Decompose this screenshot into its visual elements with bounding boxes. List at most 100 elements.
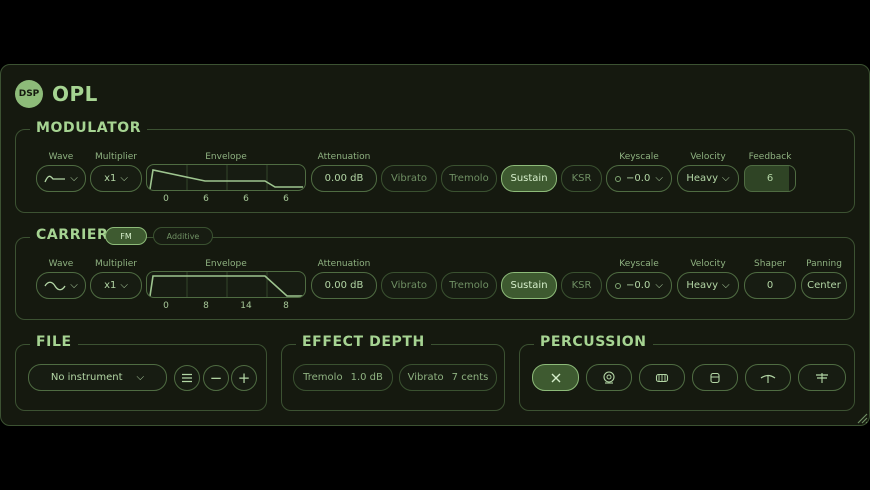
instrument-value: No instrument	[50, 372, 123, 383]
mod-sustain-value: 6	[243, 194, 249, 204]
car-decay-value: 8	[203, 301, 209, 311]
tom-icon	[710, 372, 720, 383]
instrument-select[interactable]: No instrument ⌵	[28, 364, 167, 391]
tremolo-depth-value: 1.0 dB	[350, 372, 383, 383]
car-ksr-toggle[interactable]: KSR	[561, 272, 602, 299]
hi-hat-icon	[816, 372, 828, 383]
tremolo-depth-label: Tremolo	[303, 372, 343, 383]
mod-velocity-select[interactable]: Heavy ⌵	[677, 165, 739, 192]
plus-icon: +	[237, 369, 251, 387]
percussion-cymbal-button[interactable]	[745, 364, 791, 391]
car-velocity-value: Heavy	[686, 280, 719, 291]
mod-attenuation-label: Attenuation	[317, 152, 371, 162]
mod-attenuation-field[interactable]: 0.00 dB	[311, 165, 377, 192]
dot-icon	[615, 175, 621, 182]
vibrato-depth-value: 7 cents	[451, 372, 489, 383]
car-release-value: 8	[283, 301, 289, 311]
car-wave-label: Wave	[48, 259, 74, 269]
file-title: FILE	[30, 333, 78, 351]
mod-velocity-label: Velocity	[690, 152, 726, 162]
car-sustain-value: 14	[240, 301, 252, 311]
mod-feedback-label: Feedback	[748, 152, 792, 162]
mod-sustain-toggle[interactable]: Sustain	[501, 165, 557, 192]
mod-envelope-label: Envelope	[205, 152, 247, 162]
dsp-logo: DSP	[15, 80, 43, 108]
car-multiplier-select[interactable]: x1 ⌵	[90, 272, 142, 299]
car-attack-value: 0	[163, 301, 169, 311]
percussion-tom-button[interactable]	[692, 364, 738, 391]
sine-wave-icon	[44, 281, 66, 290]
menu-icon	[182, 373, 192, 383]
percussion-snare-button[interactable]	[639, 364, 685, 391]
mod-keyscale-value: −0.0	[626, 173, 651, 184]
car-multiplier-label: Multiplier	[95, 259, 137, 269]
car-velocity-label: Velocity	[690, 259, 726, 269]
mod-release-value: 6	[283, 194, 289, 204]
car-envelope-label: Envelope	[205, 259, 247, 269]
chevron-down-icon: ⌵	[120, 173, 128, 184]
minus-icon: −	[209, 369, 223, 387]
modulator-title: MODULATOR	[30, 119, 148, 137]
square-wave-icon	[44, 175, 66, 182]
percussion-none-button[interactable]	[532, 364, 579, 391]
car-panning-label: Panning	[806, 259, 842, 269]
mod-decay-value: 6	[203, 194, 209, 204]
chevron-down-icon: ⌵	[70, 173, 78, 184]
car-wave-select[interactable]: ⌵	[36, 272, 86, 299]
carrier-fm-mode[interactable]: FM	[105, 227, 147, 245]
chevron-down-icon: ⌵	[722, 173, 730, 184]
mod-tremolo-toggle[interactable]: Tremolo	[441, 165, 497, 192]
carrier-additive-mode[interactable]: Additive	[153, 227, 213, 245]
mod-envelope-editor[interactable]	[146, 164, 306, 191]
vibrato-depth-label: Vibrato	[407, 372, 444, 383]
car-keyscale-value: −0.0	[626, 280, 651, 291]
car-velocity-select[interactable]: Heavy ⌵	[677, 272, 739, 299]
mod-ksr-toggle[interactable]: KSR	[561, 165, 602, 192]
snare-drum-icon	[655, 373, 669, 382]
car-keyscale-select[interactable]: −0.0 ⌵	[606, 272, 672, 299]
bass-drum-icon	[603, 371, 615, 384]
mod-multiplier-value: x1	[104, 173, 117, 184]
car-multiplier-value: x1	[104, 280, 117, 291]
mod-feedback-value: 6	[766, 173, 774, 184]
car-attenuation-field[interactable]: 0.00 dB	[311, 272, 377, 299]
app-title: OPL	[52, 82, 98, 106]
percussion-hihat-button[interactable]	[798, 364, 846, 391]
add-instrument-button[interactable]: +	[231, 365, 257, 391]
menu-button[interactable]	[174, 365, 200, 391]
chevron-down-icon: ⌵	[655, 280, 663, 291]
car-panning-field[interactable]: Center	[801, 272, 847, 299]
chevron-down-icon: ⌵	[136, 372, 145, 383]
close-icon	[551, 373, 560, 382]
car-tremolo-toggle[interactable]: Tremolo	[441, 272, 497, 299]
chevron-down-icon: ⌵	[70, 280, 78, 291]
effect-depth-title: EFFECT DEPTH	[296, 333, 431, 351]
dot-icon	[615, 282, 621, 289]
mod-keyscale-select[interactable]: −0.0 ⌵	[606, 165, 672, 192]
mod-keyscale-label: Keyscale	[619, 152, 659, 162]
cymbal-icon	[760, 374, 776, 383]
remove-instrument-button[interactable]: −	[203, 365, 229, 391]
mod-feedback-field[interactable]: 6	[744, 165, 796, 192]
resize-grip-icon[interactable]	[856, 412, 868, 424]
car-envelope-editor[interactable]	[146, 271, 306, 298]
mod-attack-value: 0	[163, 194, 169, 204]
car-sustain-toggle[interactable]: Sustain	[501, 272, 557, 299]
percussion-bass-drum-button[interactable]	[586, 364, 632, 391]
car-attenuation-label: Attenuation	[317, 259, 371, 269]
carrier-title: CARRIER	[30, 226, 115, 244]
mod-multiplier-select[interactable]: x1 ⌵	[90, 165, 142, 192]
car-vibrato-toggle[interactable]: Vibrato	[381, 272, 437, 299]
mod-multiplier-label: Multiplier	[95, 152, 137, 162]
vibrato-depth-field[interactable]: Vibrato 7 cents	[399, 364, 497, 391]
mod-vibrato-toggle[interactable]: Vibrato	[381, 165, 437, 192]
percussion-title: PERCUSSION	[534, 333, 653, 351]
tremolo-depth-field[interactable]: Tremolo 1.0 dB	[293, 364, 393, 391]
chevron-down-icon: ⌵	[655, 173, 663, 184]
mod-wave-label: Wave	[48, 152, 74, 162]
mod-velocity-value: Heavy	[686, 173, 719, 184]
car-shaper-field[interactable]: 0	[744, 272, 796, 299]
chevron-down-icon: ⌵	[120, 280, 128, 291]
car-shaper-label: Shaper	[754, 259, 786, 269]
mod-wave-select[interactable]: ⌵	[36, 165, 86, 192]
